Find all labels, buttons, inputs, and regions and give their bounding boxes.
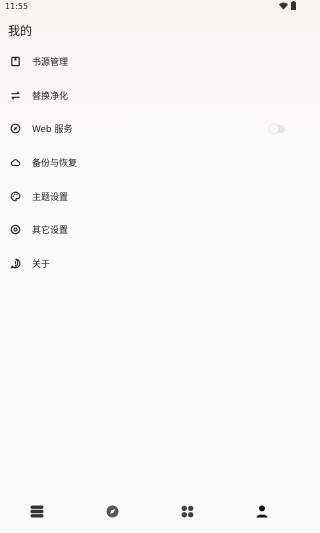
battery-icon — [291, 1, 296, 10]
menu-item-label: 替换净化 — [32, 91, 69, 102]
person-icon — [256, 504, 268, 518]
menu-item-web-service[interactable]: Web 服务 — [0, 112, 300, 146]
wifi-icon — [279, 2, 288, 10]
info-icon — [10, 258, 21, 269]
menu-item-other-settings[interactable]: 其它设置 — [0, 213, 300, 247]
nav-rss[interactable] — [179, 503, 195, 519]
menu-item-label: 其它设置 — [32, 226, 69, 237]
menu-item-backup-restore[interactable]: 备份与恢复 — [0, 146, 300, 180]
grid-icon — [181, 505, 194, 518]
menu-item-label: 关于 — [32, 259, 51, 270]
menu-item-label: 书源管理 — [32, 58, 69, 69]
menu-item-label: 备份与恢复 — [32, 159, 78, 170]
compass-icon — [10, 123, 21, 134]
bookshelf-icon — [30, 505, 44, 518]
menu-item-replace-purify[interactable]: 替换净化 — [0, 79, 300, 113]
menu-item-about[interactable]: 关于 — [0, 247, 300, 281]
status-icons — [279, 1, 296, 10]
nav-discover[interactable] — [104, 503, 120, 519]
cloud-icon — [10, 157, 21, 168]
page-title: 我的 — [8, 24, 33, 38]
menu-item-label: Web 服务 — [32, 125, 73, 136]
toggle-knob — [269, 123, 279, 134]
bottom-navigation — [0, 493, 300, 533]
compass-icon — [106, 505, 119, 518]
book-source-icon — [10, 56, 21, 67]
web-service-toggle[interactable] — [269, 123, 285, 134]
palette-icon — [10, 191, 21, 202]
nav-mine[interactable] — [254, 503, 270, 519]
menu-item-book-source[interactable]: 书源管理 — [0, 45, 300, 79]
settings-menu: 书源管理 替换净化 Web 服务 备份与恢复 主题设置 其它设置 关于 — [0, 45, 300, 280]
status-time: 11:55 — [5, 2, 29, 11]
status-bar: 11:55 — [0, 0, 300, 14]
nav-bookshelf[interactable] — [29, 503, 45, 519]
menu-item-label: 主题设置 — [32, 192, 69, 203]
settings-icon — [10, 224, 21, 235]
swap-icon — [10, 90, 21, 101]
menu-item-theme-settings[interactable]: 主题设置 — [0, 179, 300, 213]
